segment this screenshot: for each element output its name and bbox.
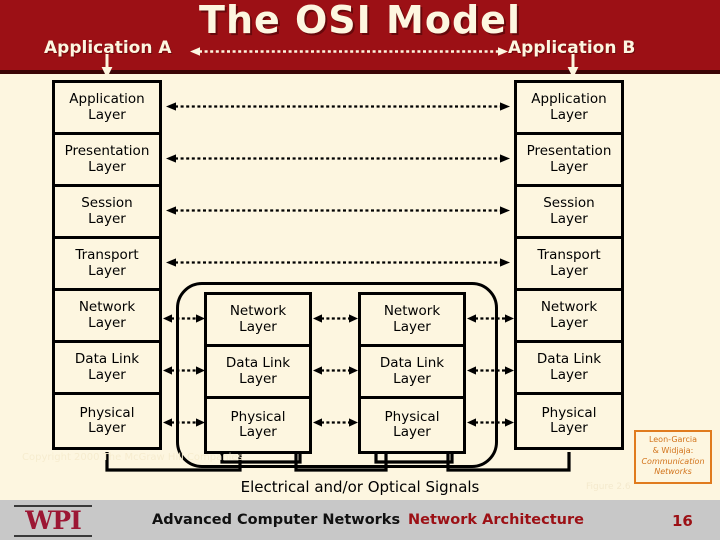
layer-line1: Data Link — [74, 351, 140, 368]
network-hop-arrow-n1-n2-icon — [313, 314, 358, 323]
layer-box-transport-a: Transport Layer — [55, 239, 159, 291]
layer-line2: Layer — [550, 106, 588, 123]
copyright-watermark: Copyright 2000 The McGraw Hill Companies — [22, 452, 243, 463]
citation-line-1: Leon-Garcia — [648, 435, 698, 444]
layer-line1: Physical — [541, 404, 597, 421]
layer-line2: Layer — [88, 106, 126, 123]
session-layer-peer-arrow-icon — [166, 206, 510, 215]
layer-line1: Network — [229, 303, 287, 320]
layer-line1: Transport — [75, 247, 139, 264]
citation-line-3: Communication — [641, 456, 705, 466]
citation-line-4: Networks — [654, 467, 692, 477]
layer-box-presentation-a: Presentation Layer — [55, 135, 159, 187]
network-hop-arrow-a-n1-icon — [163, 314, 205, 323]
layer-line2: Layer — [88, 366, 126, 383]
layer-line1: Session — [81, 195, 133, 212]
layer-line1: Data Link — [379, 355, 445, 372]
layer-line2: Layer — [550, 314, 588, 331]
presentation-layer-peer-arrow-icon — [166, 154, 510, 163]
application-a-down-arrow-icon — [101, 54, 113, 78]
datalink-hop-arrow-n1-n2-icon — [313, 366, 358, 375]
layer-line2: Layer — [393, 370, 431, 387]
layer-line2: Layer — [550, 366, 588, 383]
layer-line1: Transport — [537, 247, 601, 264]
layer-box-application-b: Application Layer — [517, 83, 621, 135]
layer-line1: Presentation — [526, 143, 612, 160]
slide-canvas: The OSI Model Application A Application … — [0, 0, 720, 540]
layer-line1: Network — [383, 303, 441, 320]
layer-line2: Layer — [550, 158, 588, 175]
layer-box-network-b: Network Layer — [517, 291, 621, 343]
source-citation-box: Leon-Garcia & Widjaja: Communication Net… — [634, 430, 712, 485]
layer-line2: Layer — [393, 318, 431, 335]
layer-line1: Physical — [384, 408, 440, 425]
layer-box-datalink-a: Data Link Layer — [55, 343, 159, 395]
application-layer-peer-arrow-icon — [166, 102, 510, 111]
application-b-down-arrow-icon — [567, 54, 579, 78]
physical-hop-arrow-n2-b-icon — [467, 418, 514, 427]
layer-line2: Layer — [239, 318, 277, 335]
footer-topic-label: Network Architecture — [408, 512, 584, 528]
physical-hop-arrow-n1-n2-icon — [313, 418, 358, 427]
layer-line2: Layer — [550, 262, 588, 279]
layer-box-presentation-b: Presentation Layer — [517, 135, 621, 187]
layer-line1: Network — [78, 299, 136, 316]
layer-line1: Physical — [230, 408, 286, 425]
layer-box-application-a: Application Layer — [55, 83, 159, 135]
layer-box-datalink-b: Data Link Layer — [517, 343, 621, 395]
layer-line1: Application — [69, 91, 145, 108]
wpi-logo: WPI — [14, 505, 92, 537]
layer-line1: Data Link — [536, 351, 602, 368]
layer-box-transport-b: Transport Layer — [517, 239, 621, 291]
layer-line2: Layer — [88, 314, 126, 331]
layer-box-network-a: Network Layer — [55, 291, 159, 343]
layer-line2: Layer — [88, 158, 126, 175]
footer-page-number: 16 — [672, 512, 693, 530]
datalink-hop-arrow-n2-b-icon — [467, 366, 514, 375]
layer-line1: Presentation — [64, 143, 150, 160]
footer-course-label: Advanced Computer Networks — [152, 512, 401, 528]
transport-layer-peer-arrow-icon — [166, 258, 510, 267]
layer-line2: Layer — [88, 262, 126, 279]
layer-line1: Data Link — [225, 355, 291, 372]
layer-line1: Session — [543, 195, 595, 212]
layer-box-network-n2: Network Layer — [361, 295, 463, 347]
layer-line1: Physical — [79, 404, 135, 421]
layer-line2: Layer — [239, 370, 277, 387]
layer-box-session-a: Session Layer — [55, 187, 159, 239]
layer-box-session-b: Session Layer — [517, 187, 621, 239]
citation-line-2: & Widjaja: — [652, 445, 694, 455]
page-title: The OSI Model — [199, 0, 521, 42]
layer-line2: Layer — [88, 210, 126, 227]
layer-box-network-n1: Network Layer — [207, 295, 309, 347]
layer-box-datalink-n2: Data Link Layer — [361, 347, 463, 399]
network-hop-arrow-n2-b-icon — [467, 314, 514, 323]
layer-box-datalink-n1: Data Link Layer — [207, 347, 309, 399]
datalink-hop-arrow-a-n1-icon — [163, 366, 205, 375]
physical-hop-arrow-a-n1-icon — [163, 418, 205, 427]
endpoint-stack-b: Application Layer Presentation Layer Ses… — [514, 80, 624, 450]
endpoint-stack-a: Application Layer Presentation Layer Ses… — [52, 80, 162, 450]
layer-line2: Layer — [550, 210, 588, 227]
application-peer-arrow-icon — [190, 47, 508, 56]
figure-reference: Figure 2.6 — [586, 482, 631, 492]
layer-line1: Network — [540, 299, 598, 316]
layer-line1: Application — [531, 91, 607, 108]
